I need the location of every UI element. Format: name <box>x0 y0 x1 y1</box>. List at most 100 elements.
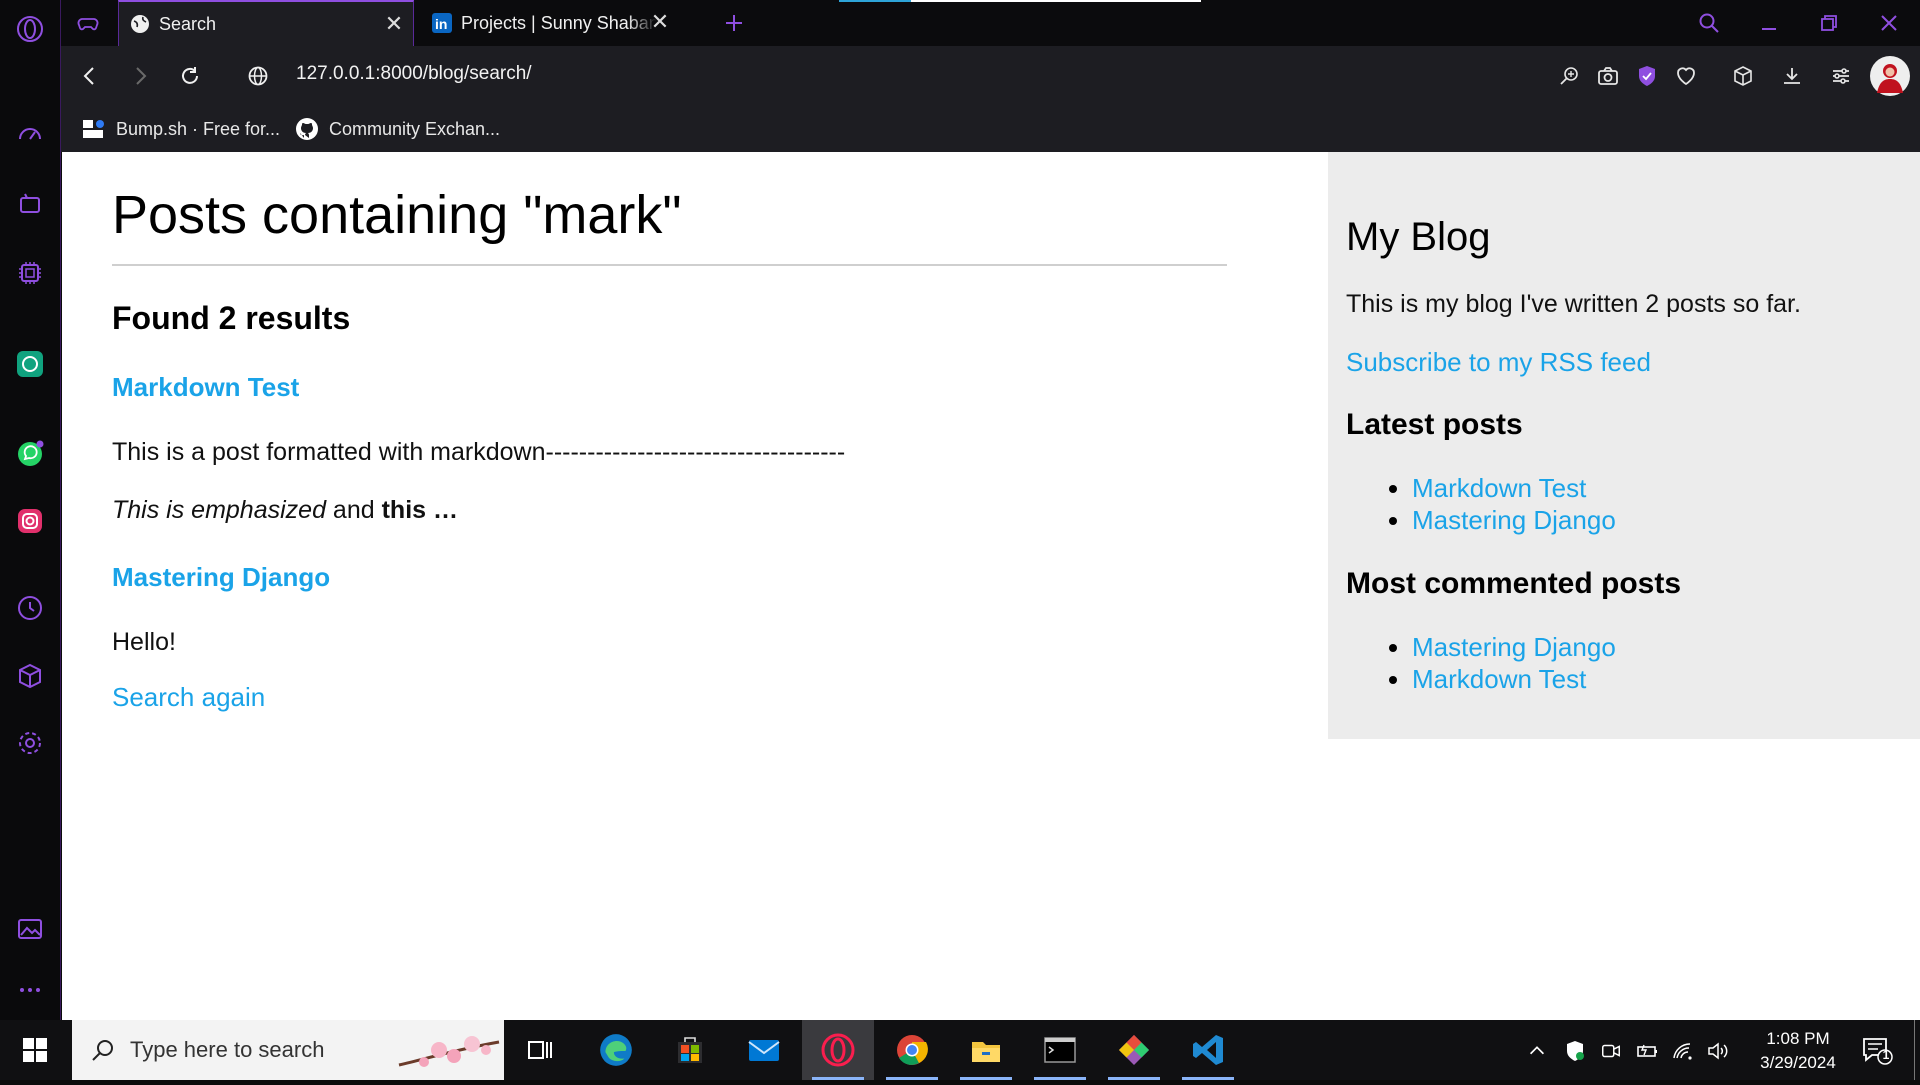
defender-shield-icon[interactable] <box>1562 1038 1588 1064</box>
cpu-limiter-icon[interactable] <box>12 255 48 291</box>
vscode-icon[interactable] <box>1172 1020 1244 1080</box>
bump-logo-icon <box>81 116 107 142</box>
address-toolbar: 127.0.0.1:8000/blog/search/ <box>61 46 1920 106</box>
cherry-blossom-search-highlight-icon <box>394 1020 504 1080</box>
microsoft-store-icon[interactable] <box>654 1020 726 1080</box>
taskbar-search-placeholder: Type here to search <box>130 1037 325 1062</box>
meet-now-icon[interactable] <box>1598 1038 1624 1064</box>
image-gallery-icon[interactable] <box>12 911 48 947</box>
github-icon <box>294 116 320 142</box>
new-tab-icon[interactable] <box>719 8 749 38</box>
volume-icon[interactable] <box>1705 1038 1731 1064</box>
zoom-icon[interactable] <box>1554 61 1584 91</box>
tab-search[interactable]: Search ✕ <box>118 0 414 46</box>
clock-time: 1:08 PM <box>1766 1029 1830 1048</box>
most-commented-heading: Most commented posts <box>1346 567 1682 600</box>
network-icon[interactable] <box>1670 1038 1696 1064</box>
result-excerpt: This is a post formatted with markdown--… <box>112 438 846 466</box>
gx-gamepad-icon[interactable] <box>73 8 103 38</box>
latest-post-link[interactable]: Markdown Test <box>1412 473 1586 503</box>
windows-start-icon[interactable] <box>0 1020 70 1080</box>
web-page: Posts containing "mark" Found 2 results … <box>62 152 1920 1020</box>
list-item: Mastering Django <box>1412 504 1616 536</box>
terminal-icon[interactable] <box>1024 1020 1096 1080</box>
close-window-icon[interactable] <box>1874 8 1904 38</box>
extensions-icon[interactable] <box>12 658 48 694</box>
show-desktop-button[interactable] <box>1914 1020 1920 1080</box>
chatgpt-icon[interactable] <box>12 346 48 382</box>
result-title-mastering-django[interactable]: Mastering Django <box>112 562 330 593</box>
opera-gx-taskbar-icon[interactable] <box>802 1020 874 1080</box>
reload-icon[interactable] <box>175 61 205 91</box>
result-excerpt-line2: This is emphasized and this … <box>112 496 458 525</box>
aria-icon[interactable] <box>12 186 48 222</box>
list-item: Markdown Test <box>1412 472 1616 504</box>
whatsapp-icon[interactable] <box>12 436 48 472</box>
close-tab-icon[interactable]: ✕ <box>383 13 405 35</box>
forward-icon[interactable] <box>125 61 155 91</box>
loading-indicator-progress <box>839 0 911 2</box>
restore-icon[interactable] <box>1814 8 1844 38</box>
edge-icon[interactable] <box>580 1020 652 1080</box>
url-field[interactable]: 127.0.0.1:8000/blog/search/ <box>296 63 532 85</box>
search-icon <box>90 1037 116 1063</box>
profile-avatar[interactable] <box>1869 55 1911 97</box>
sidebar-title: My Blog <box>1346 215 1491 259</box>
linkedin-icon: in <box>431 12 453 34</box>
minimize-icon[interactable] <box>1754 8 1784 38</box>
tab-search-icon[interactable] <box>1694 8 1724 38</box>
result-title-markdown-test[interactable]: Markdown Test <box>112 372 299 403</box>
easy-setup-icon[interactable] <box>1826 61 1856 91</box>
bookmark-community-exchange[interactable]: Community Exchan... <box>294 114 500 144</box>
most-commented-list: Mastering Django Markdown Test <box>1412 631 1616 695</box>
snapshot-camera-icon[interactable] <box>1593 61 1623 91</box>
git-gui-icon[interactable] <box>1098 1020 1170 1080</box>
sidebar-description: This is my blog I've written 2 posts so … <box>1346 290 1801 318</box>
mail-icon[interactable] <box>728 1020 800 1080</box>
download-icon[interactable] <box>1777 61 1807 91</box>
most-commented-link[interactable]: Markdown Test <box>1412 664 1586 694</box>
latest-posts-list: Markdown Test Mastering Django <box>1412 472 1616 536</box>
tab-strip: Search ✕ in Projects | Sunny Shaban Ali … <box>61 0 1920 46</box>
battery-icon[interactable] <box>1634 1038 1660 1064</box>
more-icon[interactable] <box>12 972 48 1008</box>
latest-post-link[interactable]: Mastering Django <box>1412 505 1616 535</box>
show-hidden-icons-chevron-icon[interactable] <box>1524 1038 1550 1064</box>
bookmark-label: Bump.sh · Free for... <box>116 118 281 139</box>
blog-sidebar: My Blog This is my blog I've written 2 p… <box>1328 152 1920 739</box>
clock-date: 3/29/2024 <box>1760 1053 1836 1072</box>
globe-icon <box>129 13 151 35</box>
results-count: Found 2 results <box>112 300 351 336</box>
taskbar-clock[interactable]: 1:08 PM 3/29/2024 <box>1748 1027 1848 1075</box>
settings-icon[interactable] <box>12 725 48 761</box>
vpn-shield-icon[interactable] <box>1632 61 1662 91</box>
back-icon[interactable] <box>75 61 105 91</box>
tab-title: Projects | Sunny Shaban Ali <box>461 12 657 33</box>
chrome-icon[interactable] <box>876 1020 948 1080</box>
extensions-cube-icon[interactable] <box>1728 61 1758 91</box>
bookmark-bump[interactable]: Bump.sh · Free for... <box>81 114 280 144</box>
opera-logo-icon[interactable] <box>12 11 48 47</box>
instagram-icon[interactable] <box>12 503 48 539</box>
taskbar-search-box[interactable]: Type here to search <box>72 1020 504 1080</box>
strong-text: this … <box>381 496 458 524</box>
result-excerpt: Hello! <box>112 628 176 656</box>
history-icon[interactable] <box>12 590 48 626</box>
notification-center-icon[interactable]: 1 <box>1858 1032 1894 1068</box>
close-tab-icon[interactable]: ✕ <box>649 11 671 33</box>
list-item: Markdown Test <box>1412 663 1616 695</box>
notification-count-badge: 1 <box>1882 1048 1890 1062</box>
speed-dial-icon[interactable] <box>12 117 48 153</box>
page-title: Posts containing "mark" <box>112 185 682 245</box>
rss-feed-link[interactable]: Subscribe to my RSS feed <box>1346 347 1651 378</box>
tab-linkedin-projects[interactable]: in Projects | Sunny Shaban Ali ✕ <box>421 0 671 46</box>
opera-sidebar <box>0 0 61 1020</box>
list-item: Mastering Django <box>1412 631 1616 663</box>
most-commented-link[interactable]: Mastering Django <box>1412 632 1616 662</box>
site-info-globe-icon[interactable] <box>243 61 273 91</box>
task-view-icon[interactable] <box>504 1020 576 1080</box>
my-flow-heart-icon[interactable] <box>1671 61 1701 91</box>
file-explorer-icon[interactable] <box>950 1020 1022 1080</box>
search-again-link[interactable]: Search again <box>112 682 265 713</box>
bookmark-label: Community Exchan... <box>329 118 501 139</box>
